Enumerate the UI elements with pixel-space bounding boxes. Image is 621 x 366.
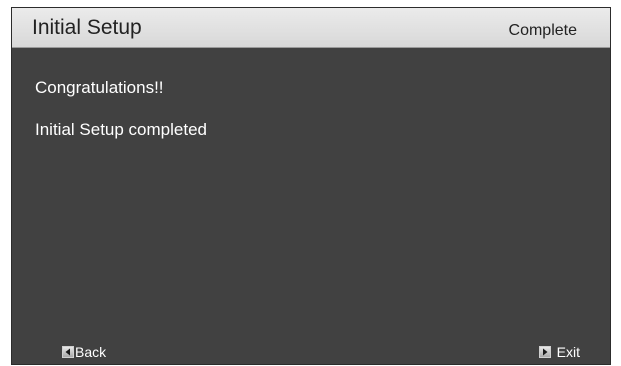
left-arrow-key-icon (62, 346, 74, 358)
setup-screen: Initial Setup Complete Congratulations!!… (11, 7, 611, 365)
back-button[interactable]: Back (62, 344, 106, 360)
page-title: Initial Setup (32, 16, 142, 39)
step-label: Complete (508, 22, 577, 39)
congratulations-message: Congratulations!! (35, 78, 164, 97)
header-bar: Initial Setup Complete (12, 8, 610, 48)
back-button-label: Back (75, 344, 107, 360)
right-arrow-key-icon (538, 346, 551, 358)
setup-completed-message: Initial Setup completed (35, 120, 207, 139)
exit-button[interactable]: Exit (538, 344, 580, 360)
exit-button-label: Exit (556, 344, 580, 360)
